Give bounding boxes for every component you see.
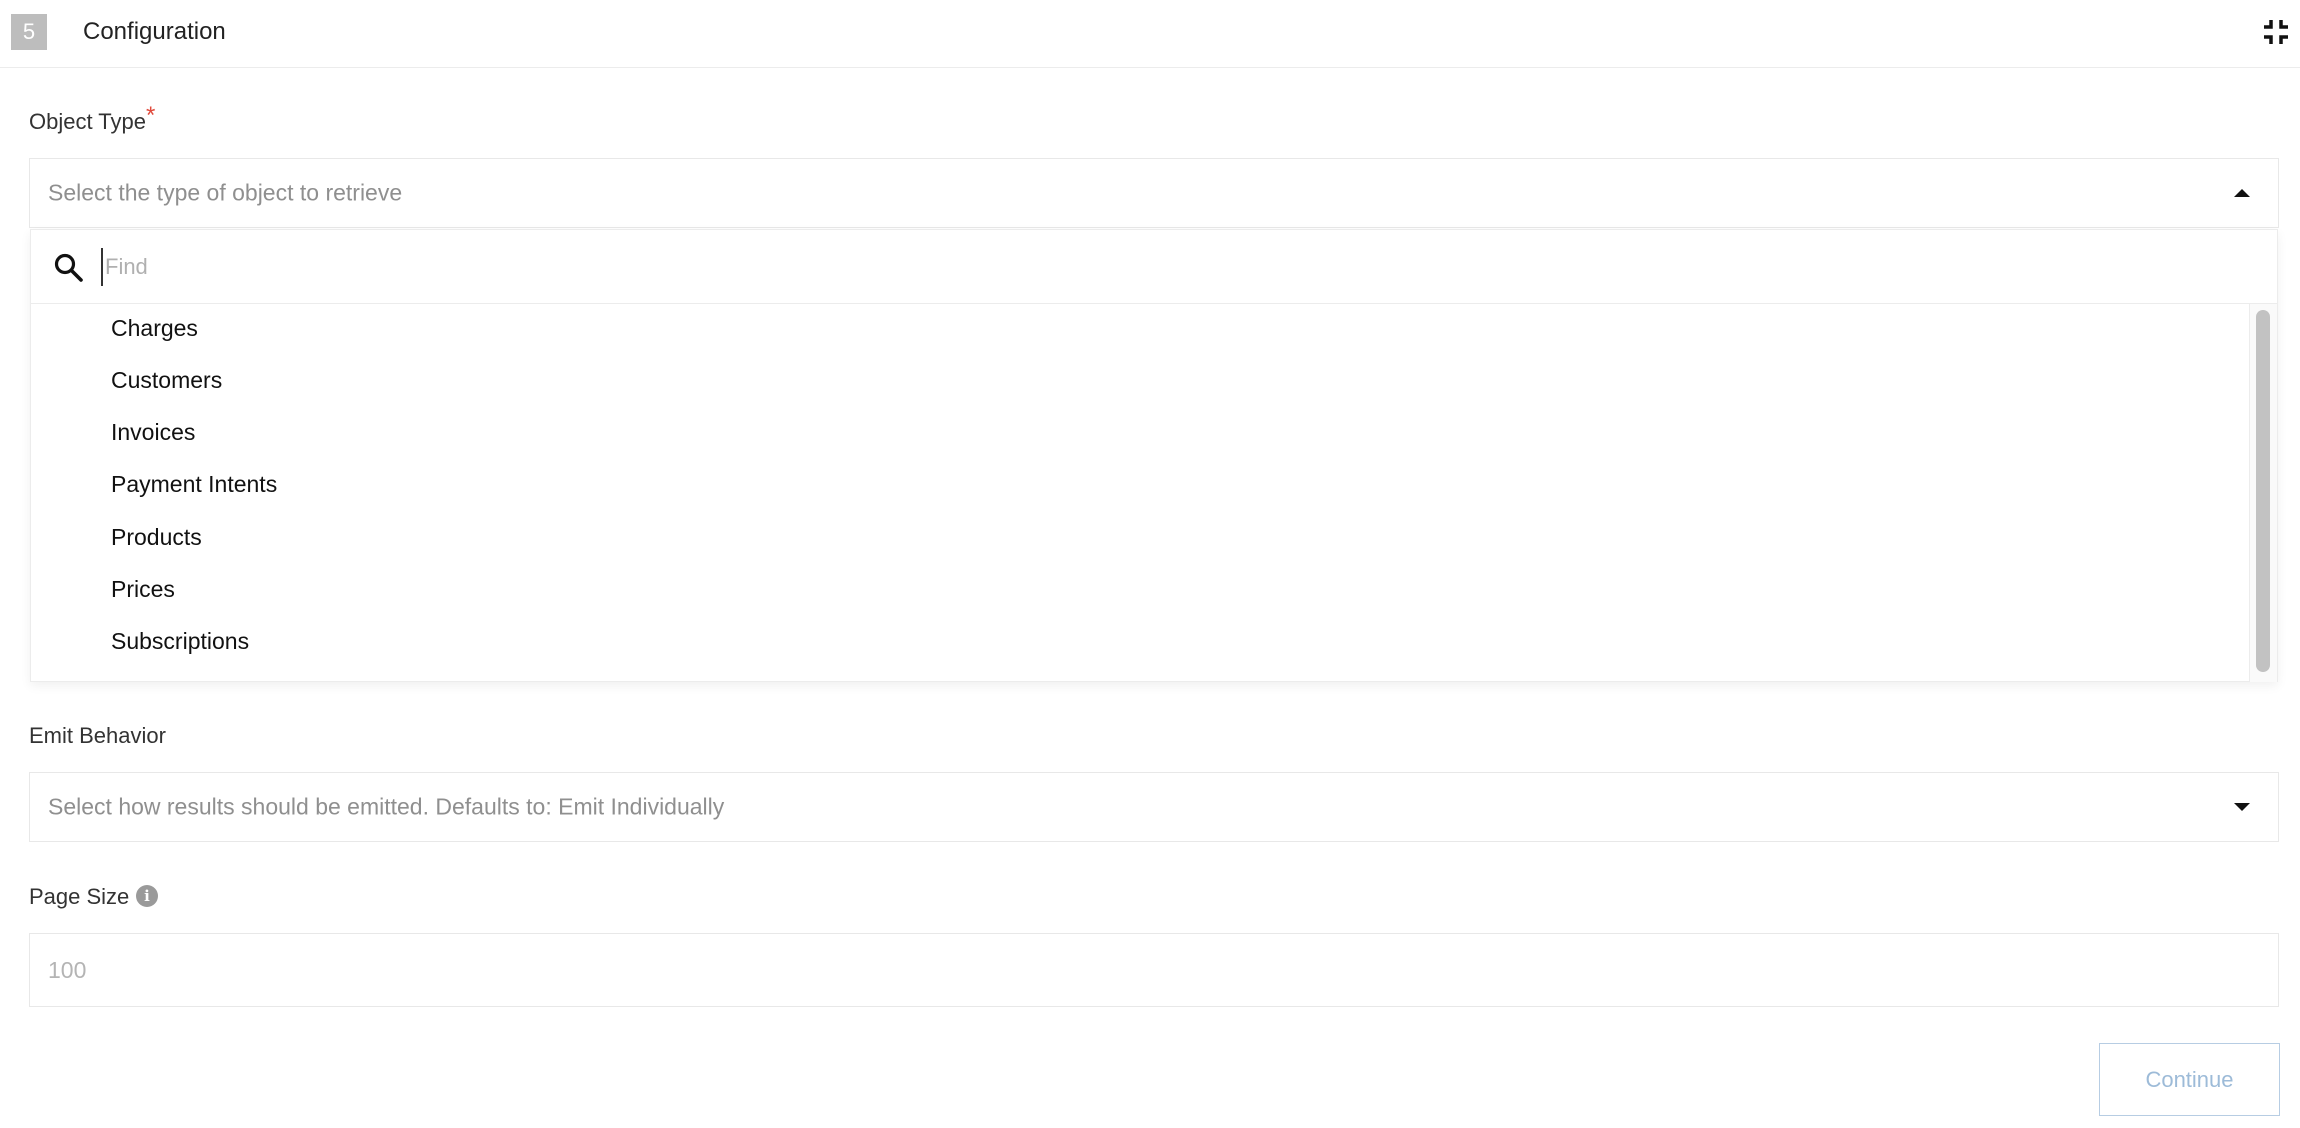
option-products[interactable]: Products [111, 517, 202, 557]
step-number-badge: 5 [11, 14, 47, 50]
step-title: Configuration [83, 18, 226, 45]
chevron-up-icon [2234, 189, 2250, 197]
object-type-dropdown: Charges Customers Invoices Payment Inten… [30, 229, 2278, 682]
scrollbar-thumb[interactable] [2256, 310, 2270, 672]
emit-behavior-select[interactable]: Select how results should be emitted. De… [29, 772, 2279, 842]
object-type-label-text: Object Type [29, 109, 146, 134]
continue-button[interactable]: Continue [2099, 1043, 2280, 1116]
required-asterisk: * [146, 102, 156, 129]
chevron-down-icon [2234, 803, 2250, 811]
search-icon [53, 252, 85, 284]
emit-behavior-label: Emit Behavior [29, 723, 166, 748]
option-charges[interactable]: Charges [111, 308, 198, 348]
dropdown-search-row [31, 230, 2277, 304]
object-type-select[interactable]: Select the type of object to retrieve [29, 158, 2279, 228]
find-input[interactable] [101, 248, 1901, 286]
page-size-label: Page Size [29, 884, 130, 909]
step-header: 5 Configuration [0, 0, 2300, 68]
info-icon[interactable]: i [136, 885, 158, 907]
configuration-step: 5 Configuration Object Type* Select the … [0, 0, 2300, 1128]
option-subscriptions[interactable]: Subscriptions [111, 621, 249, 661]
option-customers[interactable]: Customers [111, 360, 222, 400]
option-invoices[interactable]: Invoices [111, 412, 195, 452]
object-type-label: Object Type* [29, 102, 155, 136]
object-type-placeholder: Select the type of object to retrieve [48, 179, 403, 206]
page-size-input[interactable] [29, 933, 2279, 1007]
option-payment-intents[interactable]: Payment Intents [111, 464, 277, 504]
dropdown-scrollbar[interactable] [2249, 304, 2277, 682]
emit-behavior-placeholder: Select how results should be emitted. De… [48, 793, 725, 820]
option-prices[interactable]: Prices [111, 569, 175, 609]
object-type-options: Charges Customers Invoices Payment Inten… [31, 304, 2251, 682]
collapse-icon[interactable] [2262, 18, 2290, 46]
